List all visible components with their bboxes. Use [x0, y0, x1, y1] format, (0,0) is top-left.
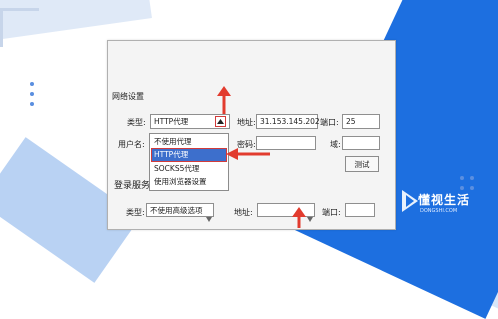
decor-dot [460, 186, 464, 190]
decor-dot [470, 176, 474, 180]
address-value: 31.153.145.202 [260, 117, 320, 126]
domain-input[interactable] [342, 136, 380, 150]
decor-dot [460, 176, 464, 180]
address-label: 地址: [237, 118, 256, 127]
watermark-text: 懂视生活 [418, 193, 471, 207]
watermark-subtext: DONGSHI.COM [420, 208, 458, 214]
decor-dot [30, 82, 34, 86]
type-label: 类型: [127, 118, 146, 127]
test-button[interactable]: 测试 [345, 156, 379, 172]
chevron-up-icon [217, 119, 224, 124]
login-port-label: 端口: [322, 208, 341, 217]
chevron-down-icon[interactable] [206, 207, 212, 226]
annotation-arrow-up-icon [217, 86, 231, 114]
annotation-arrow-left-icon [226, 148, 270, 160]
port-label: 端口: [320, 118, 339, 127]
annotation-arrow-up-icon [292, 207, 306, 228]
login-type-value: 不使用高级选项 [150, 206, 203, 215]
port-input[interactable]: 25 [342, 114, 380, 129]
login-type-label: 类型: [126, 208, 145, 217]
dropdown-option-socks5[interactable]: SOCKS5代理 [152, 163, 226, 175]
username-label: 用户名: [118, 140, 145, 149]
dropdown-option-no-proxy[interactable]: 不使用代理 [152, 136, 226, 148]
watermark-logo-icon [402, 190, 418, 212]
login-port-input[interactable] [345, 203, 375, 217]
decor-dot [470, 186, 474, 190]
select-arrow-button[interactable] [215, 116, 226, 127]
port-value: 25 [346, 117, 356, 126]
dropdown-option-http[interactable]: HTTP代理 [151, 148, 227, 162]
address-input[interactable]: 31.153.145.202 [256, 114, 320, 129]
proxy-type-value: HTTP代理 [154, 117, 189, 126]
login-type-select[interactable]: 不使用高级选项 [146, 203, 214, 217]
background-corner [0, 8, 39, 47]
decor-dot [30, 102, 34, 106]
domain-label: 域: [330, 140, 341, 149]
section-title: 网络设置 [112, 92, 144, 101]
login-address-label: 地址: [234, 208, 253, 217]
proxy-type-dropdown: 不使用代理 HTTP代理 SOCKS5代理 使用浏览器设置 [149, 133, 229, 191]
dropdown-option-browser[interactable]: 使用浏览器设置 [152, 176, 226, 188]
login-section-title: 登录服务 [114, 181, 151, 191]
decor-dot [30, 92, 34, 96]
